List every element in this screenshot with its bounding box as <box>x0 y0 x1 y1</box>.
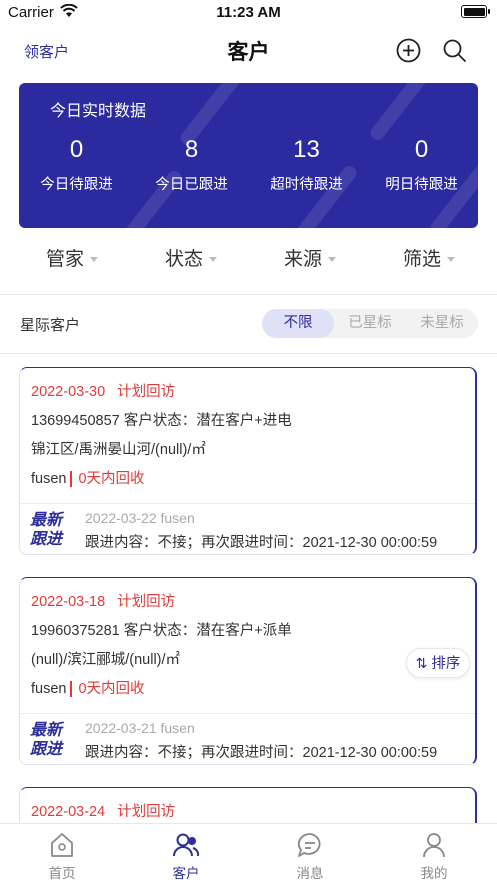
stat-label: 今日待跟进 <box>40 177 113 193</box>
realtime-stats-card: 今日实时数据 0 今日待跟进 8 今日已跟进 13 超时待跟进 0 明日待跟进 <box>19 83 478 228</box>
filter-label: 管家 <box>45 249 84 270</box>
sort-button[interactable]: ⇅ 排序 <box>406 648 470 678</box>
caret-down-icon <box>90 257 98 263</box>
tab-label: 客户 <box>172 866 200 881</box>
follow-meta: 2022-03-21 fusen <box>85 720 195 736</box>
divider <box>0 294 497 295</box>
tab-profile[interactable]: 我的 <box>372 830 496 882</box>
card-plan: 计划回访 <box>117 384 176 400</box>
card-header: 2022-03-30 计划回访 <box>31 380 175 401</box>
caret-down-icon <box>328 257 336 263</box>
home-icon <box>51 833 73 857</box>
stat-today-done[interactable]: 8 今日已跟进 <box>134 135 249 194</box>
card-date: 2022-03-18 <box>31 594 106 610</box>
card-plan: 计划回访 <box>117 594 176 610</box>
card-address: 锦江区/禹洲晏山河/(null)/㎡ <box>31 442 206 458</box>
filter-label: 状态 <box>164 249 203 270</box>
star-segmented-control: 不限 已星标 未星标 <box>262 309 478 338</box>
filter-more[interactable]: 筛选 <box>367 244 491 271</box>
nav-bar: 领客户 客户 <box>0 30 497 70</box>
card-header: 2022-03-18 计划回访 <box>31 590 175 611</box>
latest-follow-badge: 最新跟进 <box>30 722 63 758</box>
filter-label: 筛选 <box>402 249 441 270</box>
card-owner: fusen <box>31 681 67 697</box>
tab-label: 首页 <box>48 866 76 881</box>
stat-value: 8 <box>184 136 199 163</box>
latest-follow-badge: 最新跟进 <box>30 512 63 548</box>
page-title: 客户 <box>227 41 270 64</box>
stat-label: 今日已跟进 <box>155 177 228 193</box>
tab-messages[interactable]: 消息 <box>248 830 372 882</box>
stat-value: 0 <box>69 136 84 163</box>
profile-icon <box>423 833 445 858</box>
card-date: 2022-03-30 <box>31 384 106 400</box>
stat-value: 13 <box>293 136 320 163</box>
filter-bar: 管家 状态 来源 筛选 <box>0 240 497 274</box>
caret-down-icon <box>209 257 217 263</box>
follow-content: 跟进内容：不接；再次跟进时间：2021-12-30 00:00:59 <box>85 535 438 551</box>
plus-circle-icon[interactable] <box>396 38 421 63</box>
status-bar: Carrier 11:23 AM <box>0 0 497 26</box>
stat-label: 明日待跟进 <box>385 177 458 193</box>
card-separator <box>20 503 475 504</box>
tab-customers[interactable]: 客户 <box>124 830 248 882</box>
follow-meta: 2022-03-22 fusen <box>85 510 195 526</box>
tab-label: 我的 <box>420 866 448 881</box>
card-recycle: 0天内回收 <box>70 471 145 487</box>
stat-today-pending[interactable]: 0 今日待跟进 <box>19 135 134 194</box>
stats-heading: 今日实时数据 <box>50 103 147 120</box>
card-recycle: 0天内回收 <box>70 681 145 697</box>
stat-label: 超时待跟进 <box>270 177 343 193</box>
sort-label: 排序 <box>431 656 461 672</box>
card-phone-status: 13699450857 客户状态：潜在客户+进电 <box>31 413 292 429</box>
tab-bar: 首页 客户 消息 我的 <box>0 823 497 883</box>
star-filter-row: 星际客户 不限 已星标 未星标 <box>0 306 497 340</box>
card-phone-status: 19960375281 客户状态：潜在客户+派单 <box>31 623 292 639</box>
customer-card[interactable]: 2022-03-30 计划回访 13699450857 客户状态：潜在客户+进电 … <box>19 367 477 555</box>
clock: 11:23 AM <box>216 4 281 21</box>
caret-down-icon <box>447 257 455 263</box>
stat-overdue[interactable]: 13 超时待跟进 <box>249 135 364 194</box>
star-filter-label: 星际客户 <box>20 317 81 334</box>
seg-option-unstarred[interactable]: 未星标 <box>406 309 478 338</box>
message-icon <box>297 833 321 857</box>
sort-arrows-icon: ⇅ <box>415 655 428 671</box>
follow-content: 跟进内容：不接；再次跟进时间：2021-12-30 00:00:59 <box>85 745 438 761</box>
card-header: 2022-03-24 计划回访 <box>31 800 175 821</box>
customers-icon <box>173 833 200 857</box>
seg-option-all[interactable]: 不限 <box>262 309 334 338</box>
card-address: (null)/滨江郦城/(null)/㎡ <box>31 652 181 668</box>
tab-home[interactable]: 首页 <box>0 830 124 882</box>
stat-tomorrow-pending[interactable]: 0 明日待跟进 <box>364 135 478 194</box>
card-owner: fusen <box>31 471 67 487</box>
card-date: 2022-03-24 <box>31 804 106 820</box>
battery-icon <box>461 5 490 18</box>
card-owner-row: fusen 0天内回收 <box>31 467 145 488</box>
card-owner-row: fusen 0天内回收 <box>31 677 145 698</box>
stat-value: 0 <box>414 136 429 163</box>
filter-label: 来源 <box>283 249 322 270</box>
seg-option-starred[interactable]: 已星标 <box>334 309 406 338</box>
filter-manager[interactable]: 管家 <box>10 244 134 271</box>
tab-label: 消息 <box>296 866 324 881</box>
filter-source[interactable]: 来源 <box>248 244 372 271</box>
card-separator <box>20 713 475 714</box>
search-icon[interactable] <box>442 38 467 63</box>
filter-status[interactable]: 状态 <box>129 244 253 271</box>
card-plan: 计划回访 <box>117 804 176 820</box>
divider <box>0 353 497 354</box>
